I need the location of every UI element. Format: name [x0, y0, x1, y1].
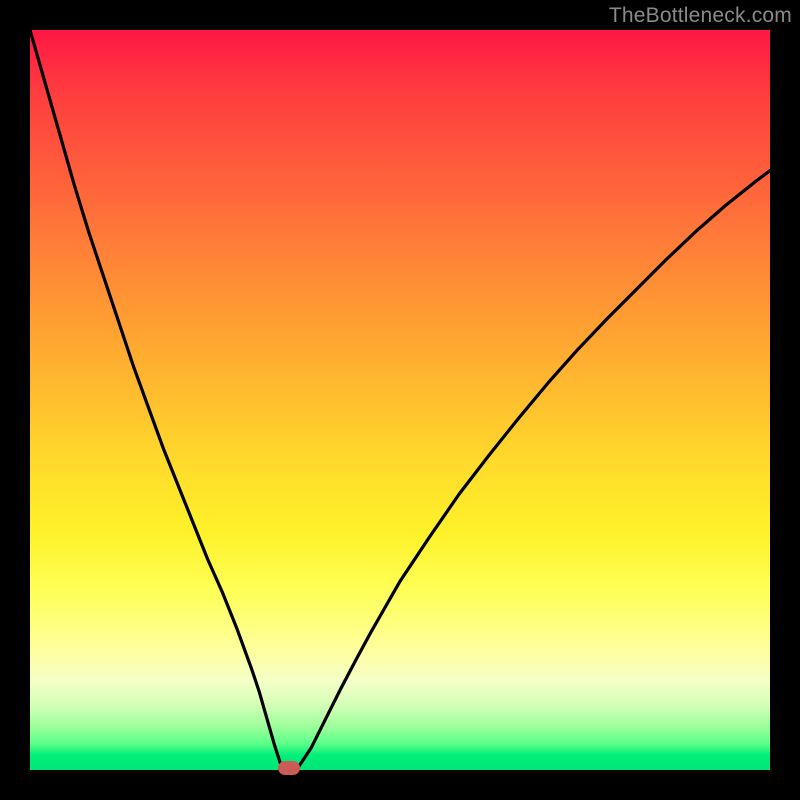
minimum-marker — [278, 761, 300, 775]
bottleneck-curve — [30, 30, 770, 770]
chart-frame: TheBottleneck.com — [0, 0, 800, 800]
watermark-text: TheBottleneck.com — [609, 4, 792, 28]
plot-area — [30, 30, 770, 770]
